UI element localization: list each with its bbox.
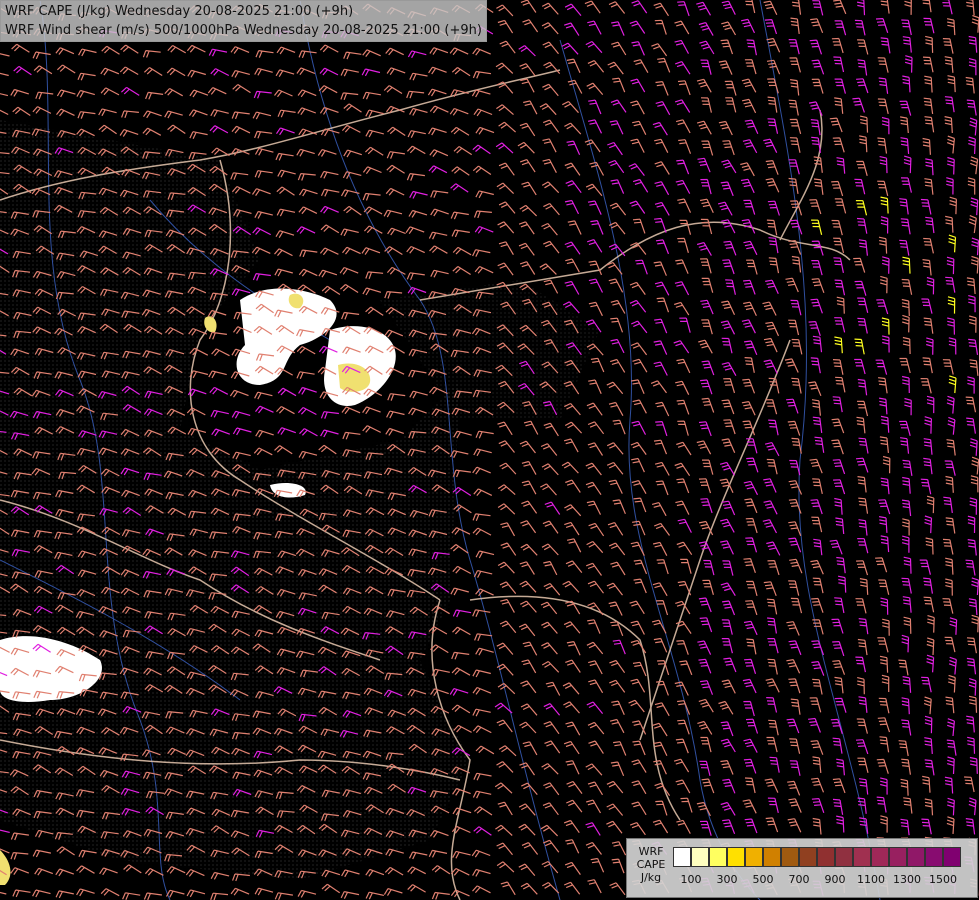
- legend-swatch: [763, 847, 781, 867]
- legend-swatch: [907, 847, 925, 867]
- map-title-box: WRF CAPE (J/kg) Wednesday 20-08-2025 21:…: [0, 0, 487, 42]
- legend-swatch: [835, 847, 853, 867]
- legend-tick: 300: [716, 873, 738, 886]
- legend-label-line2: CAPE: [636, 858, 666, 871]
- legend-label: WRF CAPE J/kg: [631, 845, 671, 884]
- legend-tick: 1500: [929, 873, 957, 886]
- legend-swatch: [853, 847, 871, 867]
- legend-swatch: [943, 847, 961, 867]
- legend-color-bar: [673, 847, 961, 867]
- legend-tick: 1300: [893, 873, 921, 886]
- weather-map: [0, 0, 979, 900]
- legend-swatch: [673, 847, 691, 867]
- legend-swatch: [817, 847, 835, 867]
- legend-swatch: [925, 847, 943, 867]
- legend-swatch: [691, 847, 709, 867]
- legend-swatch: [709, 847, 727, 867]
- legend-tick: 700: [788, 873, 810, 886]
- legend-swatch: [889, 847, 907, 867]
- legend-swatch: [781, 847, 799, 867]
- legend-swatch: [727, 847, 745, 867]
- legend-swatch: [745, 847, 763, 867]
- legend-tick: 900: [824, 873, 846, 886]
- cape-legend: WRF CAPE J/kg 100 300 500 700 900 1100 1300 150…: [626, 838, 978, 898]
- legend-label-line1: WRF: [638, 845, 664, 858]
- shear-title: WRF Wind shear (m/s) 500/1000hPa Wednesd…: [5, 23, 482, 38]
- legend-tick: 100: [680, 873, 702, 886]
- legend-label-line3: J/kg: [640, 871, 662, 884]
- legend-swatch: [871, 847, 889, 867]
- legend-swatch: [799, 847, 817, 867]
- legend-tick: 1100: [857, 873, 885, 886]
- legend-tick: 500: [752, 873, 774, 886]
- cape-title: WRF CAPE (J/kg) Wednesday 20-08-2025 21:…: [5, 4, 354, 19]
